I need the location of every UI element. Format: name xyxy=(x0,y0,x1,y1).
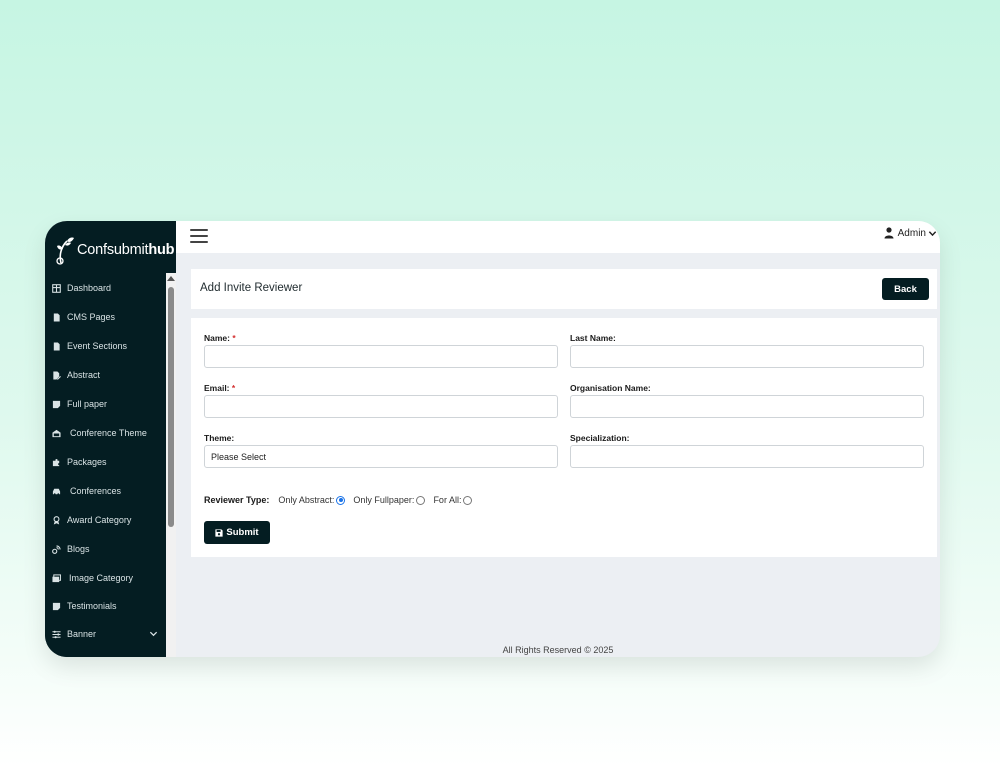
sidebar-item-label: CMS Pages xyxy=(67,312,116,322)
footer-copyright: All Rights Reserved © 2025 xyxy=(502,645,614,655)
sidebar-item-blogs[interactable]: Blogs xyxy=(45,538,166,560)
brand-logo[interactable]: Confsubmithub xyxy=(55,235,175,265)
radio-only-abstract[interactable] xyxy=(336,495,346,505)
back-button[interactable]: Back xyxy=(882,278,929,300)
user-menu-label: Admin xyxy=(897,227,926,239)
email-label: Email: * xyxy=(204,383,236,393)
puzzle-icon xyxy=(51,457,61,467)
name-label: Name: * xyxy=(204,333,236,343)
name-field[interactable] xyxy=(204,345,558,368)
sidebar-item-award-category[interactable]: Award Category xyxy=(45,509,166,531)
radio-only-fullpaper[interactable] xyxy=(416,495,426,505)
sidebar-item-conference-theme[interactable]: Conference Theme xyxy=(45,422,166,444)
last-name-field[interactable] xyxy=(570,345,924,368)
images-icon xyxy=(51,573,61,583)
sidebar-item-label: Testimonials xyxy=(67,601,117,611)
sidebar-item-dashboard[interactable]: Dashboard xyxy=(45,277,166,299)
sidebar-item-banner[interactable]: Banner xyxy=(45,623,166,645)
sidebar-scroll-thumb[interactable] xyxy=(168,287,174,527)
submit-button[interactable]: Submit xyxy=(204,521,270,544)
reviewer-type-group: Reviewer Type: Only Abstract: Only Fullp… xyxy=(204,495,480,505)
sidebar-item-packages[interactable]: Packages xyxy=(45,451,166,473)
sidebar-item-label: Image Category xyxy=(69,573,134,583)
reviewer-option-only-abstract[interactable]: Only Abstract: xyxy=(278,495,346,505)
award-icon xyxy=(51,515,61,525)
reviewer-option-only-fullpaper[interactable]: Only Fullpaper: xyxy=(353,495,426,505)
sidebar-item-label: Abstract xyxy=(67,370,101,380)
sliders-icon xyxy=(51,629,61,639)
save-icon xyxy=(215,528,223,537)
specialization-field[interactable] xyxy=(570,445,924,468)
sidebar-item-label: Dashboard xyxy=(67,283,112,293)
sidebar-item-label: Conference Theme xyxy=(70,428,147,438)
app-window: Confsubmithub Dashboard CMS Pages Event … xyxy=(45,221,940,657)
top-bar: Admin xyxy=(176,221,940,253)
leaf-logo-icon xyxy=(56,237,74,265)
reviewer-option-for-all[interactable]: For All: xyxy=(433,495,473,505)
sidebar-item-testimonials[interactable]: Testimonials xyxy=(45,595,166,617)
organisation-field[interactable] xyxy=(570,395,924,418)
note-icon xyxy=(51,601,61,611)
email-field[interactable] xyxy=(204,395,558,418)
sidebar-item-label: Packages xyxy=(67,457,107,467)
required-mark: * xyxy=(232,333,236,343)
sidebar-item-event-sections[interactable]: Event Sections xyxy=(45,335,166,357)
car-icon xyxy=(51,486,61,496)
theme-icon xyxy=(51,428,61,438)
sidebar-item-label: Event Sections xyxy=(67,341,128,351)
sidebar-item-image-category[interactable]: Image Category xyxy=(45,567,166,589)
submit-label: Submit xyxy=(226,527,259,538)
page-header: Add Invite Reviewer Back xyxy=(191,269,937,309)
organisation-label: Organisation Name: xyxy=(570,383,651,393)
specialization-label: Specialization: xyxy=(570,433,630,443)
sidebar-item-label: Award Category xyxy=(67,515,132,525)
sidebar-item-label: Full paper xyxy=(67,399,108,409)
chevron-down-icon xyxy=(928,230,937,236)
brand-name-light: Confsubmit xyxy=(77,242,149,258)
brand-name-bold: hub xyxy=(148,242,175,258)
theme-label: Theme: xyxy=(204,433,235,443)
radio-for-all[interactable] xyxy=(463,495,473,505)
theme-select[interactable]: Please Select xyxy=(204,445,558,468)
dashboard-icon xyxy=(51,283,61,293)
blog-icon xyxy=(51,544,61,554)
sidebar-nav: Dashboard CMS Pages Event Sections Abstr… xyxy=(45,273,166,657)
file-icon xyxy=(51,312,61,322)
sidebar: Confsubmithub Dashboard CMS Pages Event … xyxy=(45,221,176,657)
sidebar-item-conferences[interactable]: Conferences xyxy=(45,480,166,502)
scroll-up-arrow-icon[interactable] xyxy=(167,276,175,281)
sidebar-item-label: Banner xyxy=(67,629,97,639)
sidebar-item-label: Conferences xyxy=(70,486,122,496)
user-icon xyxy=(884,227,894,239)
last-name-label: Last Name: xyxy=(570,333,616,343)
sidebar-item-cms-pages[interactable]: CMS Pages xyxy=(45,306,166,328)
menu-toggle-icon[interactable] xyxy=(190,229,208,243)
reviewer-type-label: Reviewer Type: xyxy=(204,495,270,505)
page-title: Add Invite Reviewer xyxy=(200,282,303,294)
chevron-down-icon xyxy=(149,631,158,637)
user-menu[interactable]: Admin xyxy=(884,227,937,239)
required-mark: * xyxy=(231,383,236,393)
sidebar-item-abstract[interactable]: Abstract xyxy=(45,364,166,386)
note-icon xyxy=(51,399,61,409)
file-icon xyxy=(51,341,61,351)
theme-select-value: Please Select xyxy=(211,451,267,462)
invite-reviewer-form: Name: * Last Name: Email: * Organisation… xyxy=(191,318,937,557)
sidebar-item-label: Blogs xyxy=(67,544,90,554)
sidebar-item-full-paper[interactable]: Full paper xyxy=(45,393,166,415)
file-pen-icon xyxy=(51,370,61,380)
